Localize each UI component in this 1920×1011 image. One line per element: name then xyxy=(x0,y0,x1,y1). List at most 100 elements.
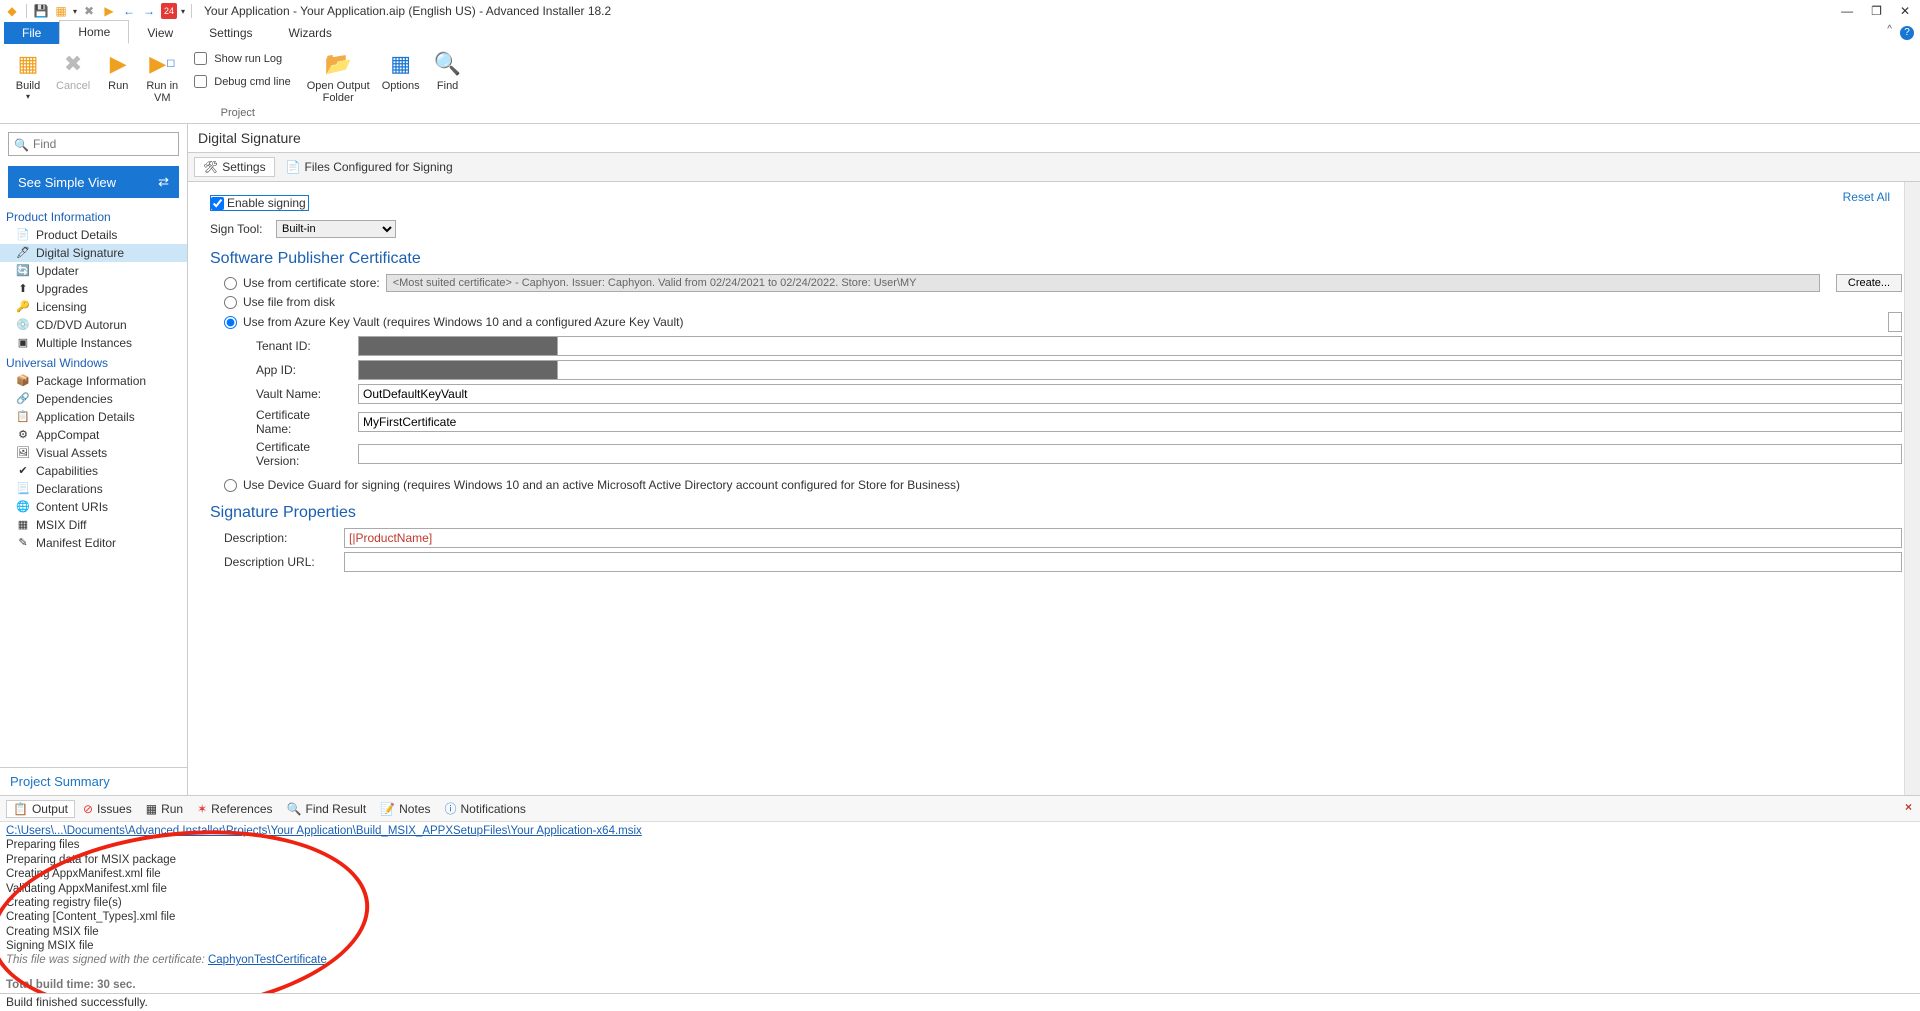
dropdown-caret-icon[interactable]: ▾ xyxy=(181,7,185,16)
app-id-input[interactable] xyxy=(358,360,558,380)
forward-icon[interactable]: → xyxy=(141,3,157,19)
run-button[interactable]: ▶Run xyxy=(96,46,140,94)
output-line: Signing MSIX file xyxy=(6,939,1914,953)
save-icon[interactable]: 💾 xyxy=(33,3,49,19)
azure-side-box[interactable] xyxy=(1888,312,1902,332)
open-output-folder-button[interactable]: 📂Open Output Folder xyxy=(301,46,376,106)
title-bar: ◆ 💾 ▦ ▾ ✖ ▶ ← → 24 ▾ Your Application - … xyxy=(0,0,1920,22)
nav-declarations[interactable]: 📃Declarations xyxy=(0,480,187,498)
calendar-icon[interactable]: 24 xyxy=(161,3,177,19)
options-button[interactable]: ▦Options xyxy=(376,46,426,94)
show-run-log-checkbox[interactable]: Show run Log xyxy=(190,50,294,67)
description-input[interactable] xyxy=(344,528,1902,548)
minimize-button[interactable]: — xyxy=(1841,4,1853,18)
cert-version-label: Certificate Version: xyxy=(240,440,348,468)
description-label: Description: xyxy=(224,531,334,545)
maximize-button[interactable]: ❐ xyxy=(1871,4,1882,18)
tenant-id-rest[interactable] xyxy=(558,336,1902,356)
project-summary-link[interactable]: Project Summary xyxy=(0,767,187,795)
tab-issues[interactable]: ⊘Issues xyxy=(77,801,138,817)
nav-appcompat[interactable]: ⚙AppCompat xyxy=(0,426,187,444)
help-icon[interactable]: ? xyxy=(1900,26,1914,40)
find-button[interactable]: 🔍Find xyxy=(426,46,470,94)
nav-dependencies[interactable]: 🔗Dependencies xyxy=(0,390,187,408)
page-title: Digital Signature xyxy=(188,124,1920,153)
nav-content-uris[interactable]: 🌐Content URIs xyxy=(0,498,187,516)
content-panel: Digital Signature 🛠Settings 📄Files Confi… xyxy=(188,124,1920,795)
nav-cd-dvd-autorun[interactable]: 💿CD/DVD Autorun xyxy=(0,316,187,334)
tab-view[interactable]: View xyxy=(129,22,191,44)
output-file-link[interactable]: C:\Users\...\Documents\Advanced Installe… xyxy=(6,825,642,837)
run-in-vm-button[interactable]: ▶☐Run in VM xyxy=(140,46,184,106)
tab-references[interactable]: ✶References xyxy=(191,801,278,817)
tab-run[interactable]: ▦Run xyxy=(140,801,189,817)
nav-multiple-instances[interactable]: ▣Multiple Instances xyxy=(0,334,187,352)
nav-product-details[interactable]: 📄Product Details xyxy=(0,226,187,244)
radio-use-file[interactable] xyxy=(224,296,237,309)
tenant-id-input[interactable] xyxy=(358,336,558,356)
reset-all-link[interactable]: Reset All xyxy=(1843,190,1890,204)
debug-cmd-line-checkbox[interactable]: Debug cmd line xyxy=(190,73,294,90)
cert-version-input[interactable] xyxy=(358,444,1902,464)
run-icon[interactable]: ▶ xyxy=(101,3,117,19)
dropdown-caret-icon[interactable]: ▾ xyxy=(73,7,77,16)
find-icon: 🔍 xyxy=(287,802,302,816)
output-line: Preparing data for MSIX package xyxy=(6,853,1914,867)
search-input[interactable] xyxy=(8,132,179,156)
separator xyxy=(191,4,192,18)
nav-application-details[interactable]: 📋Application Details xyxy=(0,408,187,426)
tab-notifications[interactable]: ⓘNotifications xyxy=(439,799,532,818)
nav-updater[interactable]: 🔄Updater xyxy=(0,262,187,280)
tab-wizards[interactable]: Wizards xyxy=(271,22,350,44)
nav-manifest-editor[interactable]: ✎Manifest Editor xyxy=(0,534,187,552)
cert-name-input[interactable] xyxy=(358,412,1902,432)
swap-icon: ⇄ xyxy=(158,174,169,190)
separator xyxy=(26,4,27,18)
description-url-label: Description URL: xyxy=(224,555,334,569)
tab-settings[interactable]: Settings xyxy=(191,22,270,44)
create-button[interactable]: Create... xyxy=(1836,274,1902,292)
output-panel: 📋Output ⊘Issues ▦Run ✶References 🔍Find R… xyxy=(0,795,1920,993)
vault-name-input[interactable] xyxy=(358,384,1902,404)
radio-azure-key-vault[interactable] xyxy=(224,316,237,329)
enable-signing-checkbox[interactable]: Enable signing xyxy=(210,195,309,211)
tab-notes[interactable]: 📝Notes xyxy=(374,801,436,817)
subtab-files-configured[interactable]: 📄Files Configured for Signing xyxy=(277,157,462,177)
signed-cert-link[interactable]: CaphyonTestCertificate xyxy=(208,954,327,966)
radio-device-guard[interactable] xyxy=(224,479,237,492)
tab-find-result[interactable]: 🔍Find Result xyxy=(281,801,373,817)
nav-package-information[interactable]: 📦Package Information xyxy=(0,372,187,390)
nav-licensing[interactable]: 🔑Licensing xyxy=(0,298,187,316)
tab-file[interactable]: File xyxy=(4,22,59,44)
build-button[interactable]: ▦Build▾ xyxy=(6,46,50,103)
output-body[interactable]: C:\Users\...\Documents\Advanced Installe… xyxy=(0,822,1920,993)
cert-store-dropdown[interactable]: <Most suited certificate> - Caphyon. Iss… xyxy=(386,274,1820,292)
nav-msix-diff[interactable]: ▦MSIX Diff xyxy=(0,516,187,534)
back-icon[interactable]: ← xyxy=(121,3,137,19)
nav-visual-assets[interactable]: 🖼Visual Assets xyxy=(0,444,187,462)
cancel-button[interactable]: ✖Cancel xyxy=(50,46,96,94)
tab-output[interactable]: 📋Output xyxy=(6,800,75,818)
collapse-ribbon-icon[interactable]: ^ xyxy=(1887,24,1892,35)
quick-access-toolbar: ◆ 💾 ▦ ▾ ✖ ▶ ← → 24 ▾ xyxy=(4,3,194,19)
vertical-scrollbar[interactable] xyxy=(1904,182,1920,795)
see-simple-view-button[interactable]: See Simple View⇄ xyxy=(8,166,179,198)
radio-cert-store[interactable] xyxy=(224,277,237,290)
window-title: Your Application - Your Application.aip … xyxy=(194,4,1841,18)
sign-tool-select[interactable]: Built-in xyxy=(276,220,396,238)
cancel-icon[interactable]: ✖ xyxy=(81,3,97,19)
close-button[interactable]: ✕ xyxy=(1900,4,1910,18)
radio-azure-label: Use from Azure Key Vault (requires Windo… xyxy=(243,315,683,329)
signed-text: This file was signed with the certificat… xyxy=(6,954,208,966)
close-panel-icon[interactable]: × xyxy=(1905,800,1912,814)
nav-capabilities[interactable]: ✔Capabilities xyxy=(0,462,187,480)
issues-icon: ⊘ xyxy=(83,802,93,816)
nav-heading-product-info: Product Information xyxy=(0,206,187,226)
description-url-input[interactable] xyxy=(344,552,1902,572)
app-id-rest[interactable] xyxy=(558,360,1902,380)
build-icon[interactable]: ▦ xyxy=(53,3,69,19)
subtab-settings[interactable]: 🛠Settings xyxy=(194,157,275,177)
nav-upgrades[interactable]: ⬆Upgrades xyxy=(0,280,187,298)
nav-digital-signature[interactable]: 🖊Digital Signature xyxy=(0,244,187,262)
tab-home[interactable]: Home xyxy=(59,20,129,44)
